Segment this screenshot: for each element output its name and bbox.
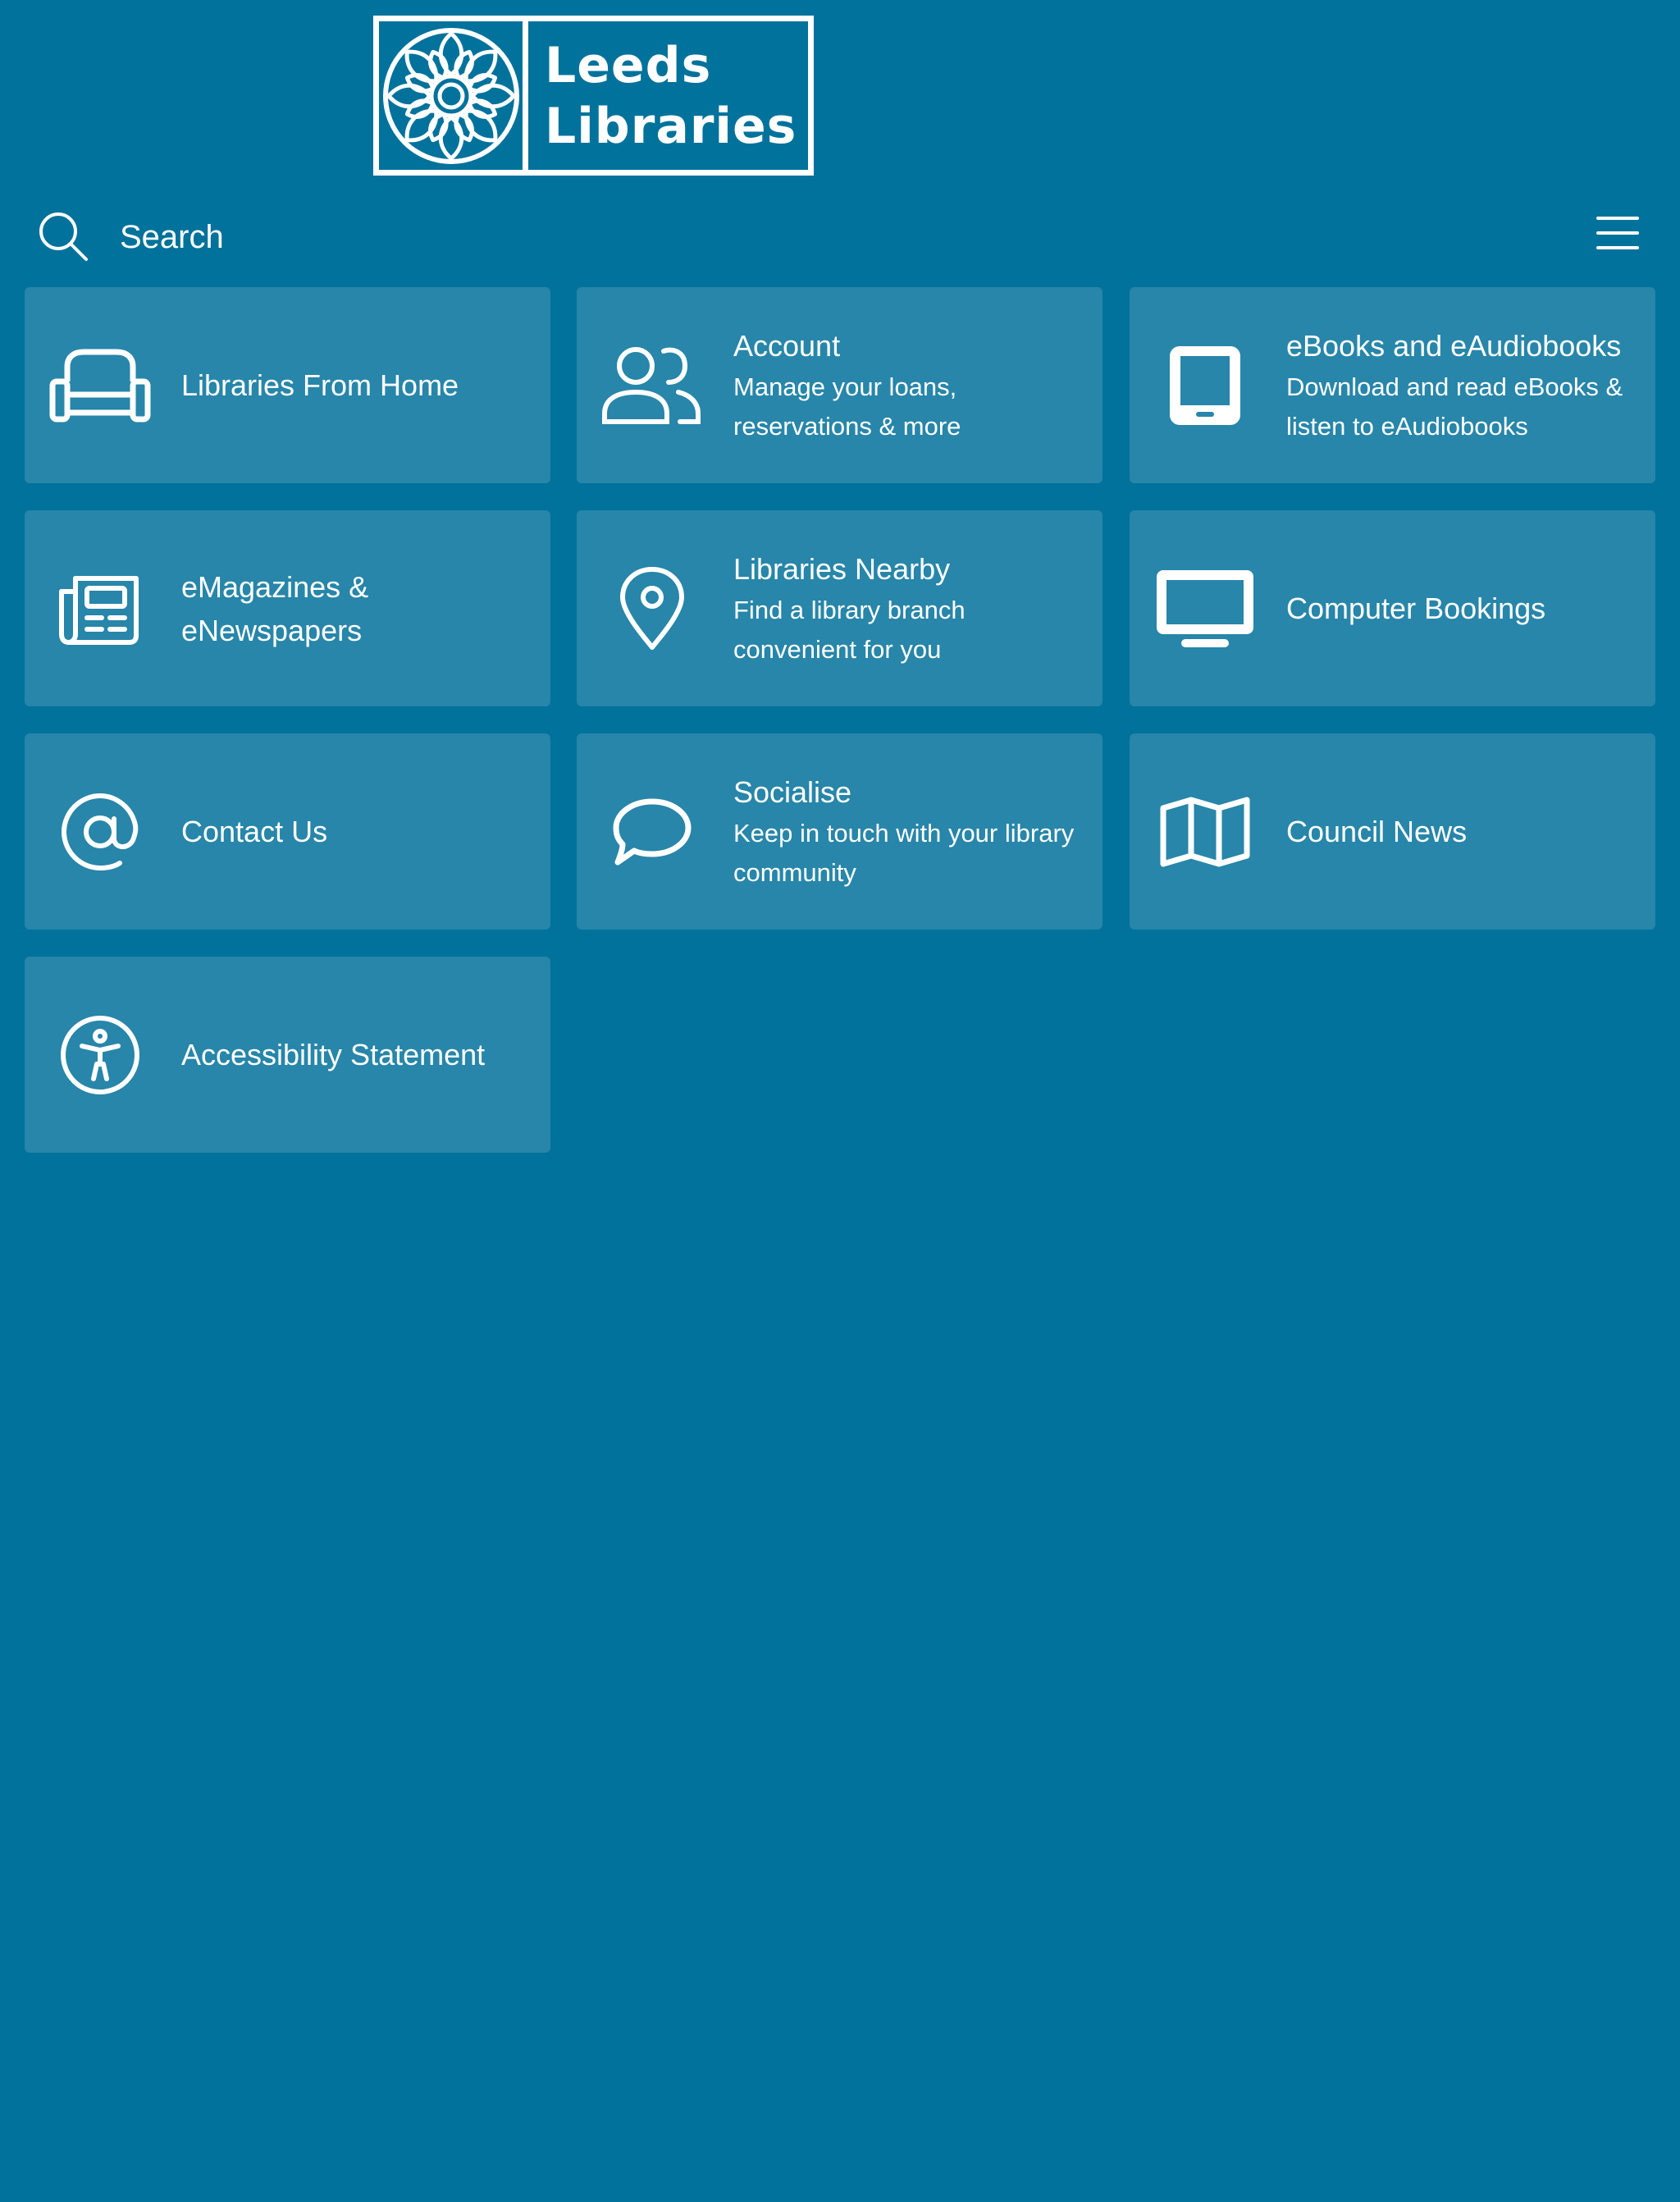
tablet-icon [1153, 340, 1258, 432]
search-bar [0, 197, 1680, 279]
tile-text: Contact Us [181, 733, 534, 930]
tile-account[interactable]: Account Manage your loans, reservations … [577, 287, 1102, 483]
logo-line-2: Libraries [545, 97, 797, 155]
tile-title: Computer Bookings [1286, 592, 1546, 625]
sofa-icon [48, 340, 153, 432]
tile-title: eBooks and eAudiobooks [1286, 329, 1622, 363]
tile-accessibility-statement[interactable]: Accessibility Statement [25, 957, 550, 1153]
map-icon [1153, 786, 1258, 878]
tile-libraries-from-home[interactable]: Libraries From Home [25, 287, 550, 483]
tile-socialise[interactable]: Socialise Keep in touch with your librar… [577, 733, 1102, 930]
tile-description: Find a library branch convenient for you [733, 596, 966, 664]
users-icon [600, 340, 705, 432]
tile-title: Contact Us [181, 815, 328, 848]
search-icon[interactable] [37, 210, 89, 263]
tile-title: Libraries Nearby [733, 552, 951, 586]
tile-ebooks-eaudiobooks[interactable]: eBooks and eAudiobooks Download and read… [1130, 287, 1655, 483]
tile-title: Libraries From Home [181, 368, 459, 402]
flower-emblem-icon [379, 21, 528, 170]
accessibility-icon [48, 1009, 153, 1101]
tile-contact-us[interactable]: Contact Us [25, 733, 550, 930]
search-input[interactable] [120, 210, 1514, 264]
monitor-icon [1153, 563, 1258, 655]
chat-bubble-icon [600, 786, 705, 878]
tile-title: Account [733, 329, 841, 363]
at-sign-icon [48, 786, 153, 878]
tile-text: Accessibility Statement [181, 957, 534, 1153]
hamburger-menu-icon[interactable] [1596, 214, 1639, 252]
tile-text: Libraries Nearby Find a library branch c… [733, 510, 1086, 706]
tile-description: Manage your loans, reservations & more [733, 372, 961, 441]
tile-title: Council News [1286, 815, 1468, 848]
tile-text: Computer Bookings [1286, 510, 1639, 706]
tile-text: Socialise Keep in touch with your librar… [733, 733, 1086, 930]
tile-description: Download and read eBooks & listen to eAu… [1286, 372, 1623, 441]
tile-description: Keep in touch with your library communit… [733, 819, 1075, 887]
tile-text: eMagazines & eNewspapers [181, 510, 534, 706]
tile-title: Socialise [733, 775, 852, 809]
tile-emagazines-enewspapers[interactable]: eMagazines & eNewspapers [25, 510, 550, 706]
tile-title: eMagazines & eNewspapers [181, 569, 369, 647]
tile-text: Libraries From Home [181, 287, 534, 483]
tile-text: Council News [1286, 733, 1639, 930]
tile-council-news[interactable]: Council News [1130, 733, 1655, 930]
tile-computer-bookings[interactable]: Computer Bookings [1130, 510, 1655, 706]
tile-text: Account Manage your loans, reservations … [733, 287, 1086, 483]
tile-text: eBooks and eAudiobooks Download and read… [1286, 287, 1639, 483]
logo-line-1: Leeds [545, 36, 712, 94]
map-pin-icon [600, 563, 705, 655]
logo-wordmark: Leeds Libraries [528, 21, 808, 170]
tile-libraries-nearby[interactable]: Libraries Nearby Find a library branch c… [577, 510, 1102, 706]
tile-title: Accessibility Statement [181, 1038, 486, 1071]
leeds-libraries-logo[interactable]: Leeds Libraries [373, 16, 814, 176]
newspaper-icon [48, 563, 153, 655]
